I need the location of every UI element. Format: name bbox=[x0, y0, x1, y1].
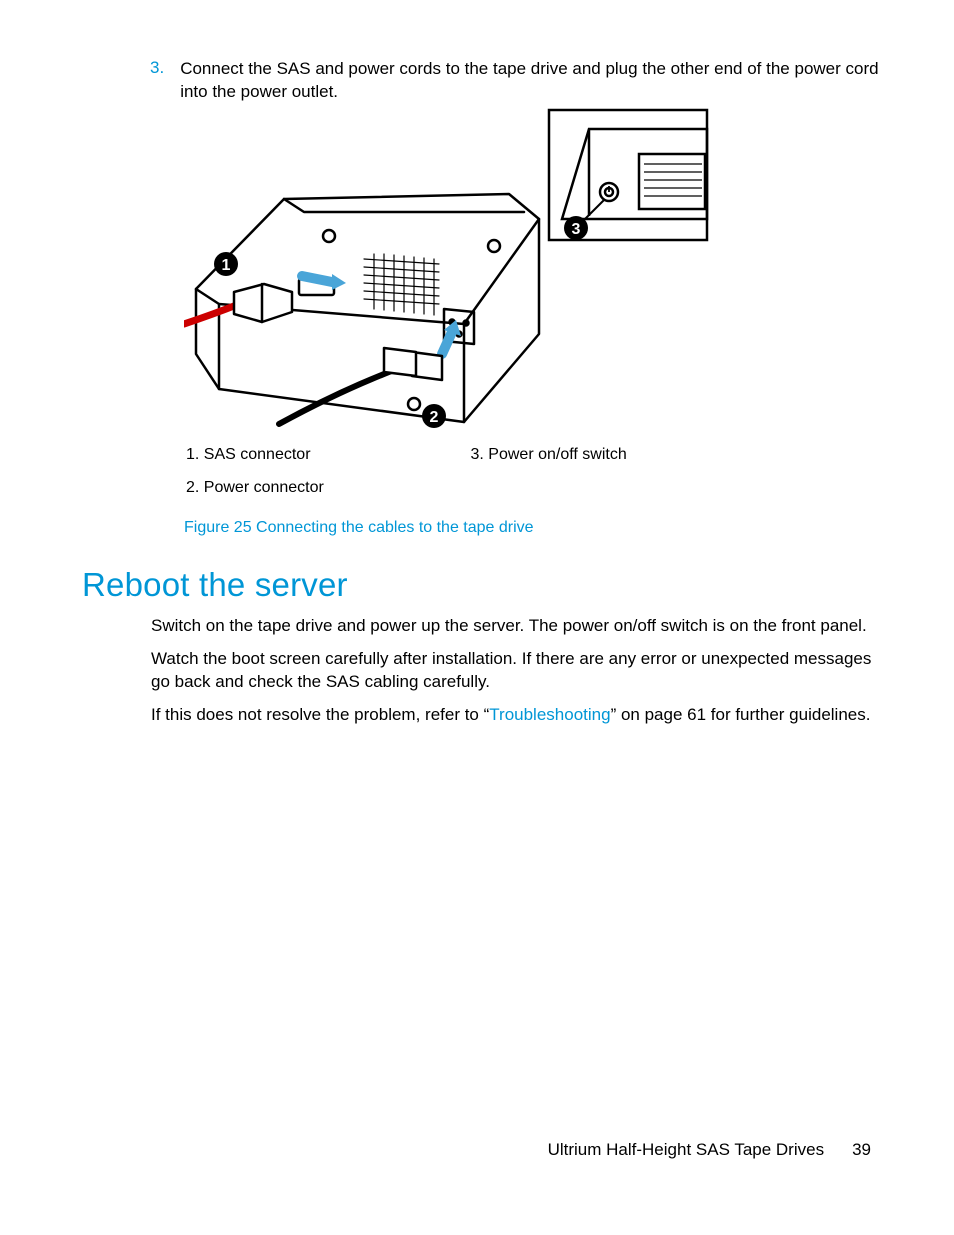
step-text: Connect the SAS and power cords to the t… bbox=[180, 58, 890, 104]
troubleshooting-link[interactable]: Troubleshooting bbox=[489, 705, 610, 724]
body-text: Switch on the tape drive and power up th… bbox=[151, 615, 891, 737]
legend-item-3: 3. Power on/off switch bbox=[471, 446, 627, 464]
paragraph-2: Watch the boot screen carefully after in… bbox=[151, 648, 891, 694]
document-page: 3. Connect the SAS and power cords to th… bbox=[0, 0, 954, 1235]
svg-text:2: 2 bbox=[430, 409, 439, 426]
footer-page-number: 39 bbox=[852, 1140, 871, 1160]
svg-text:3: 3 bbox=[572, 221, 581, 238]
figure-caption: Figure 25 Connecting the cables to the t… bbox=[184, 519, 534, 537]
instruction-step: 3. Connect the SAS and power cords to th… bbox=[150, 58, 890, 104]
paragraph-1: Switch on the tape drive and power up th… bbox=[151, 615, 891, 638]
footer-title: Ultrium Half-Height SAS Tape Drives bbox=[548, 1140, 825, 1160]
step-number: 3. bbox=[150, 58, 164, 104]
figure-legend: 1. SAS connector 3. Power on/off switch … bbox=[186, 446, 746, 512]
svg-text:1: 1 bbox=[222, 257, 231, 274]
paragraph-3: If this does not resolve the problem, re… bbox=[151, 704, 891, 727]
para3-part-b: ” on page 61 for further guidelines. bbox=[611, 705, 871, 724]
legend-item-1: 1. SAS connector bbox=[186, 446, 311, 464]
para3-part-a: If this does not resolve the problem, re… bbox=[151, 705, 489, 724]
section-heading: Reboot the server bbox=[82, 566, 348, 604]
legend-item-2: 2. Power connector bbox=[186, 479, 324, 497]
page-footer: Ultrium Half-Height SAS Tape Drives 39 bbox=[548, 1140, 871, 1160]
figure-illustration: 1 2 3 bbox=[184, 104, 709, 429]
